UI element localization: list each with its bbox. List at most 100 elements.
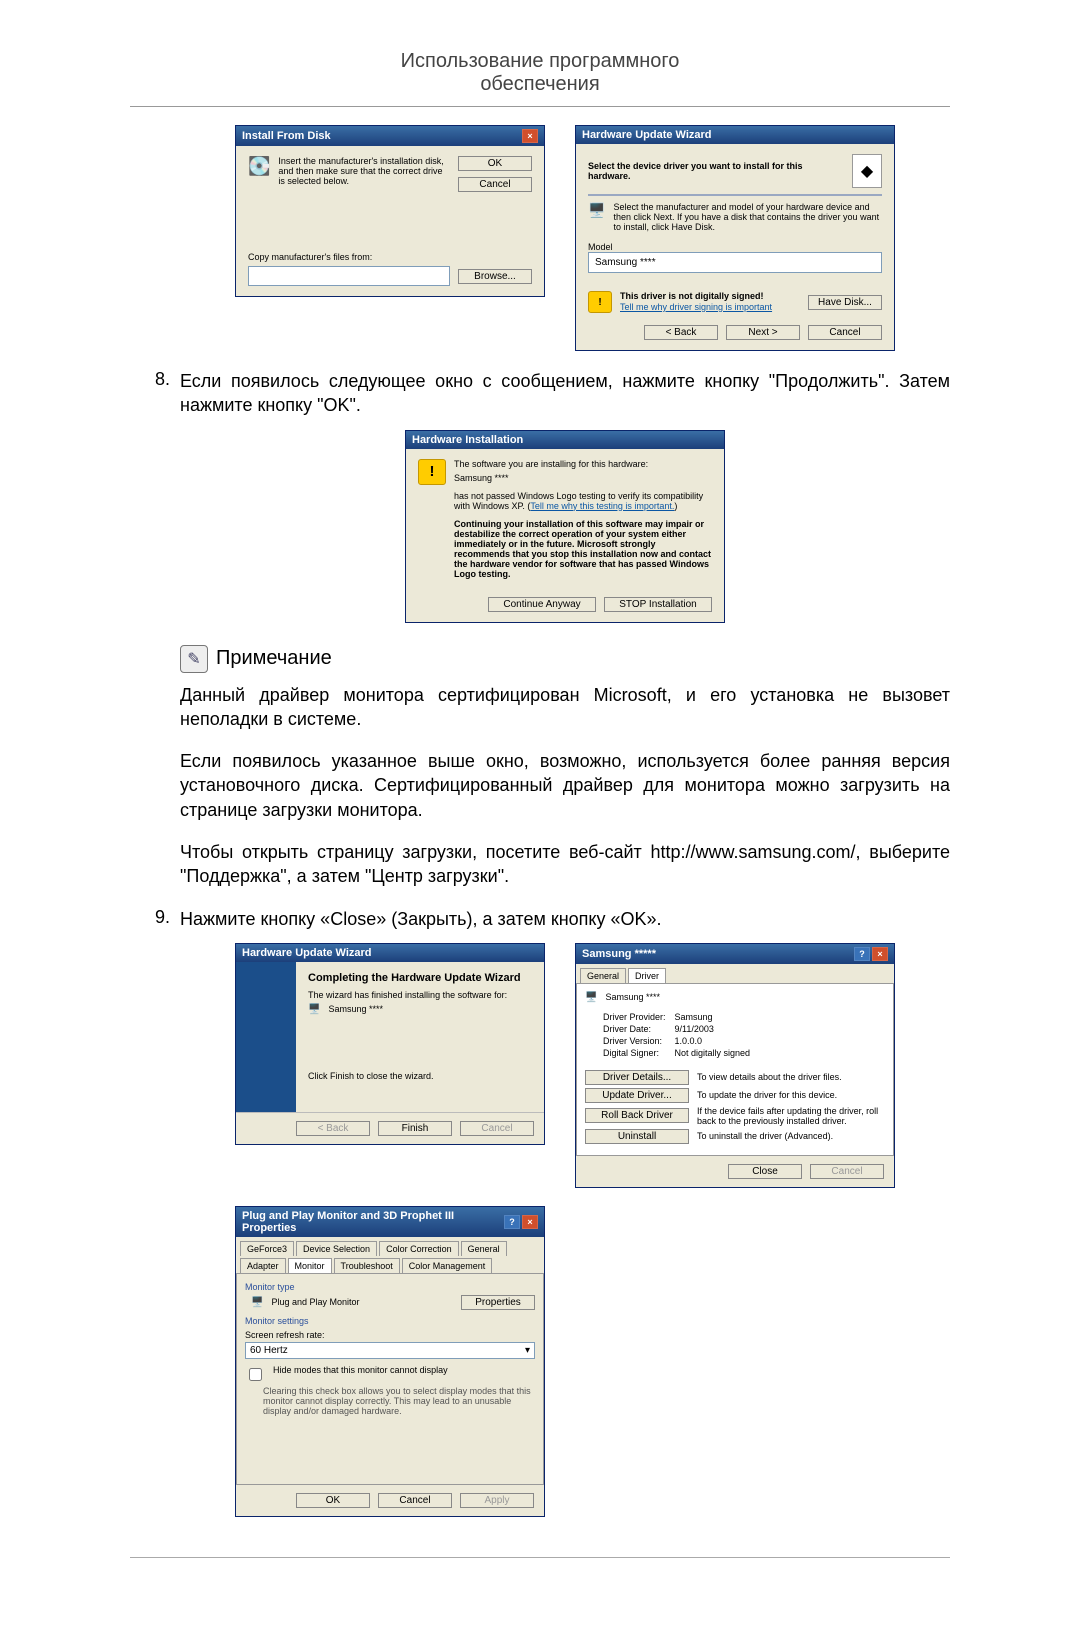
refresh-rate-select[interactable]: 60 Hertz ▾ [245, 1342, 535, 1359]
note-para-3: Чтобы открыть страницу загрузки, посетит… [180, 840, 950, 889]
warning-icon: ! [418, 459, 446, 485]
note-title: Примечание [216, 647, 332, 670]
finish-button[interactable]: Finish [378, 1121, 452, 1136]
ok-button[interactable]: OK [458, 156, 532, 171]
cancel-button: Cancel [460, 1121, 534, 1136]
not-signed-text: This driver is not digitally signed! [620, 291, 764, 301]
tab-color-management[interactable]: Color Management [402, 1258, 493, 1273]
desc: To view details about the driver files. [697, 1072, 885, 1082]
dialog-display-properties: Plug and Play Monitor and 3D Prophet III… [235, 1206, 545, 1517]
have-disk-button[interactable]: Have Disk... [808, 295, 882, 310]
monitor-type-label: Monitor type [245, 1282, 535, 1292]
ok-button[interactable]: OK [296, 1493, 370, 1508]
dialog-completing-wizard: Hardware Update Wizard Completing the Ha… [235, 943, 545, 1145]
device-name: Samsung **** [454, 473, 712, 483]
close-button[interactable]: Close [728, 1164, 802, 1179]
model-value: Samsung **** [595, 257, 656, 268]
note-para-1: Данный драйвер монитора сертифицирован M… [180, 683, 950, 732]
roll-back-driver-button[interactable]: Roll Back Driver [585, 1108, 689, 1123]
tab-adapter[interactable]: Adapter [240, 1258, 286, 1273]
back-button[interactable]: < Back [644, 325, 718, 340]
tab-general[interactable]: General [461, 1241, 507, 1256]
cancel-button[interactable]: Cancel [378, 1493, 452, 1508]
label: Driver Provider: [585, 1011, 674, 1023]
disk-icon: 💽 [248, 156, 270, 192]
driver-details-button[interactable]: Driver Details... [585, 1070, 689, 1085]
driver-info-table: Driver Provider:Samsung Driver Date:9/11… [585, 1011, 751, 1059]
hide-modes-description: Clearing this check box allows you to se… [263, 1386, 535, 1416]
refresh-rate-label: Screen refresh rate: [245, 1330, 535, 1340]
close-icon[interactable]: × [522, 129, 538, 143]
why-testing-link[interactable]: Tell me why this testing is important. [530, 501, 674, 511]
desc: To update the driver for this device. [697, 1090, 885, 1100]
value: 9/11/2003 [674, 1023, 752, 1035]
header-line1: Использование программного [401, 50, 680, 72]
cancel-button[interactable]: Cancel [808, 325, 882, 340]
help-icon[interactable]: ? [854, 947, 870, 961]
dialog-title: Hardware Installation [412, 434, 523, 446]
model-list[interactable]: Samsung **** [588, 252, 882, 273]
stop-installation-button[interactable]: STOP Installation [604, 597, 712, 612]
dialog-title: Hardware Update Wizard [582, 129, 712, 141]
hide-modes-checkbox[interactable] [249, 1368, 262, 1381]
dialog-title: Hardware Update Wizard [242, 947, 372, 959]
logo-test-b: ) [674, 501, 677, 511]
hide-modes-label: Hide modes that this monitor cannot disp… [273, 1365, 448, 1375]
close-icon[interactable]: × [872, 947, 888, 961]
label: Driver Date: [585, 1023, 674, 1035]
cancel-button: Cancel [810, 1164, 884, 1179]
uninstall-button[interactable]: Uninstall [585, 1129, 689, 1144]
close-icon[interactable]: × [522, 1215, 538, 1229]
why-signing-link[interactable]: Tell me why driver signing is important [620, 302, 772, 312]
note-icon: ✎ [180, 645, 208, 673]
dialog-title: Plug and Play Monitor and 3D Prophet III… [242, 1210, 504, 1234]
tab-general[interactable]: General [580, 968, 626, 983]
dialog-install-from-disk: Install From Disk × 💽 Insert the manufac… [235, 125, 545, 297]
apply-button: Apply [460, 1493, 534, 1508]
dialog-hardware-update-select: Hardware Update Wizard Select the device… [575, 125, 895, 351]
tab-color-correction[interactable]: Color Correction [379, 1241, 459, 1256]
logo-test-text: has not passed Windows Logo testing to v… [454, 491, 712, 511]
cancel-button[interactable]: Cancel [458, 177, 532, 192]
update-driver-button[interactable]: Update Driver... [585, 1088, 689, 1103]
next-button[interactable]: Next > [726, 325, 800, 340]
step-text: Если появилось следующее окно с сообщени… [180, 369, 950, 418]
desc: To uninstall the driver (Advanced). [697, 1131, 885, 1141]
tab-driver[interactable]: Driver [628, 968, 666, 983]
back-button: < Back [296, 1121, 370, 1136]
wizard-heading: Select the device driver you want to ins… [588, 161, 844, 181]
properties-button[interactable]: Properties [461, 1295, 535, 1310]
monitor-settings-label: Monitor settings [245, 1316, 535, 1326]
dialog-title: Samsung ***** [582, 948, 656, 960]
value: Not digitally signed [674, 1047, 752, 1059]
pnp-monitor-text: Plug and Play Monitor [271, 1297, 453, 1307]
value: 1.0.0.0 [674, 1035, 752, 1047]
dialog-title: Install From Disk [242, 130, 331, 142]
refresh-rate-value: 60 Hertz [250, 1345, 288, 1356]
device-icon: 🖥️ [308, 1004, 320, 1015]
browse-button[interactable]: Browse... [458, 269, 532, 284]
dialog-driver-properties: Samsung ***** ? × General Driver 🖥️ Sams… [575, 943, 895, 1188]
help-icon[interactable]: ? [504, 1215, 520, 1229]
tab-monitor[interactable]: Monitor [288, 1258, 332, 1273]
monitor-icon: 🖥️ [251, 1297, 263, 1308]
note-para-2: Если появилось указанное выше окно, возм… [180, 749, 950, 822]
device-icon: 🖥️ [588, 202, 605, 232]
instruction-text: Insert the manufacturer's installation d… [278, 156, 450, 192]
device-name: Samsung **** [605, 992, 660, 1002]
step-number: 8. [130, 369, 180, 418]
finished-text: The wizard has finished installing the s… [308, 990, 532, 1000]
step-text: Нажмите кнопку «Close» (Закрыть), а зате… [180, 907, 950, 931]
wizard-icon: ◆ [852, 154, 882, 188]
continue-anyway-button[interactable]: Continue Anyway [488, 597, 596, 612]
device-name: Samsung **** [328, 1004, 383, 1014]
tab-geforce[interactable]: GeForce3 [240, 1241, 294, 1256]
tab-device-selection[interactable]: Device Selection [296, 1241, 377, 1256]
path-input[interactable] [248, 266, 450, 286]
desc: If the device fails after updating the d… [697, 1106, 885, 1126]
device-icon: 🖥️ [585, 992, 597, 1003]
tab-troubleshoot[interactable]: Troubleshoot [334, 1258, 400, 1273]
instruction-text: Select the manufacturer and model of you… [613, 202, 882, 232]
click-finish-text: Click Finish to close the wizard. [308, 1071, 532, 1081]
step-number: 9. [130, 907, 180, 931]
